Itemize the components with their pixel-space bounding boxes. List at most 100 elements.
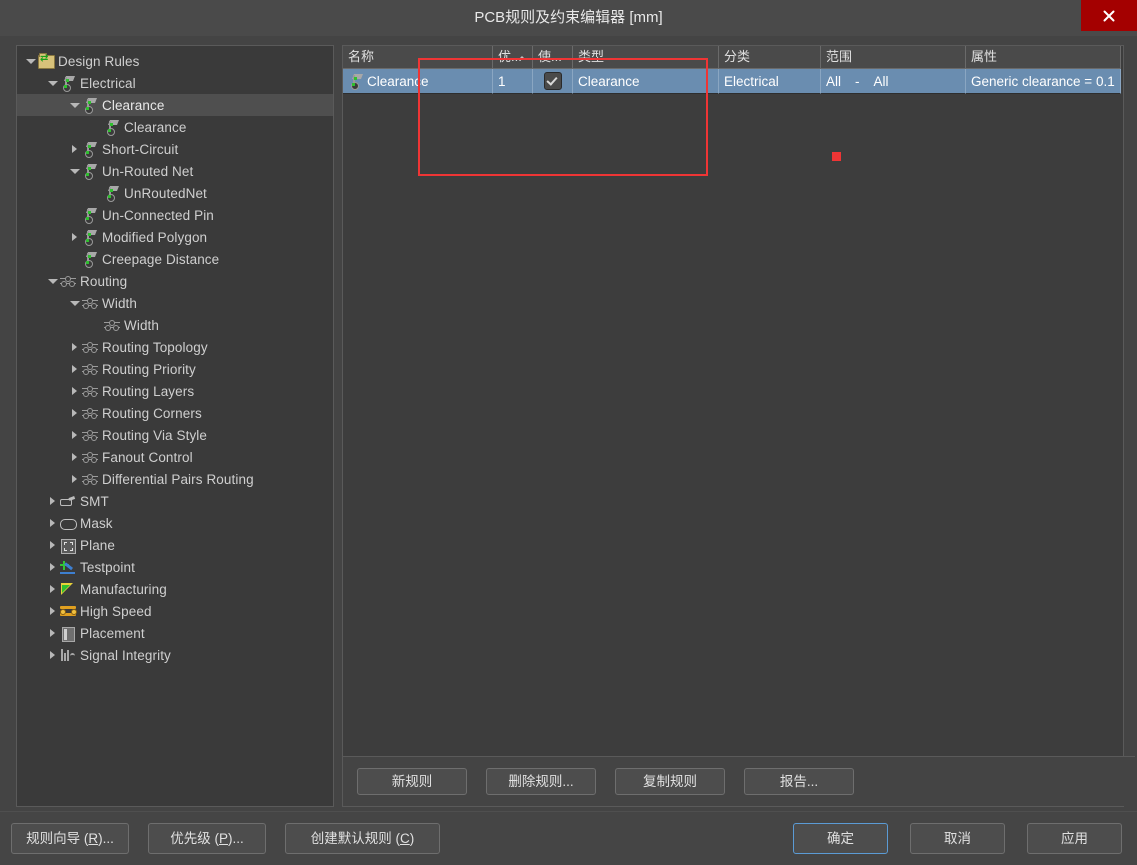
- cell-priority[interactable]: 1: [493, 69, 533, 94]
- tree-item-clearance[interactable]: Clearance: [17, 94, 333, 116]
- new-rule-button[interactable]: 新规则: [357, 768, 467, 795]
- rules-tree-panel[interactable]: Design Rules Electrical Clearance Clearance…: [16, 45, 334, 807]
- tree-collapse-arrow-icon[interactable]: [67, 160, 81, 182]
- tree-item-label: Clearance: [102, 97, 165, 113]
- copy-rule-button[interactable]: 复制规则: [615, 768, 725, 795]
- tree-expand-arrow-icon[interactable]: [45, 534, 59, 556]
- tree-item-label: Routing: [80, 273, 128, 289]
- tree-item-plane[interactable]: Plane: [17, 534, 333, 556]
- cancel-button[interactable]: 取消: [910, 823, 1005, 854]
- tree-no-arrow: [67, 248, 81, 270]
- tree-expand-arrow-icon[interactable]: [45, 512, 59, 534]
- column-header-scope[interactable]: 范围: [821, 46, 966, 68]
- delete-rule-button[interactable]: 删除规则...: [486, 768, 596, 795]
- plane-icon: [59, 537, 77, 554]
- tree-item-unroutednet[interactable]: UnRoutedNet: [17, 182, 333, 204]
- tree-item-testpoint[interactable]: Testpoint: [17, 556, 333, 578]
- signal-integrity-icon: [59, 647, 77, 663]
- tree-expand-arrow-icon[interactable]: [67, 138, 81, 160]
- tree-expand-arrow-icon[interactable]: [67, 358, 81, 380]
- column-header-category[interactable]: 分类: [719, 46, 821, 68]
- rules-grid[interactable]: 名称 优... 使... 类型 分类 范围 属性 Clearance 1 Clearance El…: [343, 46, 1121, 755]
- footer-left-buttons: 规则向导 (R)... 优先级 (P)... 创建默认规则 (C): [11, 823, 440, 854]
- tree-expand-arrow-icon[interactable]: [45, 644, 59, 666]
- cell-category[interactable]: Electrical: [719, 69, 821, 94]
- close-button[interactable]: [1081, 0, 1137, 31]
- rule-enabled-checkbox[interactable]: [543, 72, 562, 90]
- tree-expand-arrow-icon[interactable]: [67, 336, 81, 358]
- cell-type[interactable]: Clearance: [573, 69, 719, 94]
- tree-item-routing-layers[interactable]: Routing Layers: [17, 380, 333, 402]
- cell-attribute[interactable]: Generic clearance = 0.1: [966, 69, 1121, 94]
- priorities-button[interactable]: 优先级 (P)...: [148, 823, 266, 854]
- button-accelerator-key: R: [88, 831, 99, 846]
- tree-collapse-arrow-icon[interactable]: [45, 72, 59, 94]
- tree-expand-arrow-icon[interactable]: [45, 556, 59, 578]
- rule-wizard-button[interactable]: 规则向导 (R)...: [11, 823, 129, 854]
- cell-name[interactable]: Clearance: [343, 69, 493, 94]
- tree-item-creepage-distance[interactable]: Creepage Distance: [17, 248, 333, 270]
- tree-item-routing-corners[interactable]: Routing Corners: [17, 402, 333, 424]
- column-header-attribute[interactable]: 属性: [966, 46, 1121, 68]
- routing-icon: [81, 383, 99, 399]
- tree-item-un-routed-net[interactable]: Un-Routed Net: [17, 160, 333, 182]
- tree-item-label: Differential Pairs Routing: [102, 471, 254, 487]
- rule-row[interactable]: Clearance 1 Clearance Electrical All - All Gene…: [343, 69, 1121, 94]
- tree-item-modified-polygon[interactable]: Modified Polygon: [17, 226, 333, 248]
- tree-item-width[interactable]: Width: [17, 314, 333, 336]
- electrical-rule-icon: [347, 73, 364, 90]
- tree-item-short-circuit[interactable]: Short-Circuit: [17, 138, 333, 160]
- ok-button[interactable]: 确定: [793, 823, 888, 854]
- tree-item-high-speed[interactable]: High Speed: [17, 600, 333, 622]
- tree-no-arrow: [89, 182, 103, 204]
- grid-action-bar: 新规则 删除规则... 复制规则 报告...: [343, 756, 1135, 806]
- tree-expand-arrow-icon[interactable]: [67, 402, 81, 424]
- tree-item-manufacturing[interactable]: Manufacturing: [17, 578, 333, 600]
- tree-expand-arrow-icon[interactable]: [45, 600, 59, 622]
- tree-expand-arrow-icon[interactable]: [67, 446, 81, 468]
- tree-expand-arrow-icon[interactable]: [45, 490, 59, 512]
- tree-item-label: Routing Via Style: [102, 427, 208, 443]
- tree-collapse-arrow-icon[interactable]: [23, 50, 37, 72]
- tree-item-mask[interactable]: Mask: [17, 512, 333, 534]
- tree-item-routing[interactable]: Routing: [17, 270, 333, 292]
- tree-item-differential-pairs-routing[interactable]: Differential Pairs Routing: [17, 468, 333, 490]
- tree-item-routing-topology[interactable]: Routing Topology: [17, 336, 333, 358]
- tree-expand-arrow-icon[interactable]: [67, 468, 81, 490]
- tree-item-smt[interactable]: SMT: [17, 490, 333, 512]
- tree-item-routing-priority[interactable]: Routing Priority: [17, 358, 333, 380]
- tree-item-un-connected-pin[interactable]: Un-Connected Pin: [17, 204, 333, 226]
- title-bar: PCB规则及约束编辑器 [mm]: [0, 0, 1137, 36]
- report-rule-button[interactable]: 报告...: [744, 768, 854, 795]
- column-header-name[interactable]: 名称: [343, 46, 493, 68]
- column-header-type[interactable]: 类型: [573, 46, 719, 68]
- tree-expand-arrow-icon[interactable]: [67, 226, 81, 248]
- tree-item-routing-via-style[interactable]: Routing Via Style: [17, 424, 333, 446]
- tree-expand-arrow-icon[interactable]: [67, 380, 81, 402]
- column-header-enabled[interactable]: 使...: [533, 46, 573, 68]
- tree-item-width[interactable]: Width: [17, 292, 333, 314]
- tree-item-fanout-control[interactable]: Fanout Control: [17, 446, 333, 468]
- electrical-icon: [81, 251, 99, 268]
- tree-expand-arrow-icon[interactable]: [45, 622, 59, 644]
- routing-icon: [103, 317, 121, 333]
- column-header-priority[interactable]: 优...: [493, 46, 533, 68]
- tree-item-clearance[interactable]: Clearance: [17, 116, 333, 138]
- tree-expand-arrow-icon[interactable]: [45, 578, 59, 600]
- tree-item-label: Width: [102, 295, 138, 311]
- tree-collapse-arrow-icon[interactable]: [67, 292, 81, 314]
- tree-expand-arrow-icon[interactable]: [67, 424, 81, 446]
- tree-item-signal-integrity[interactable]: Signal Integrity: [17, 644, 333, 666]
- tree-item-electrical[interactable]: Electrical: [17, 72, 333, 94]
- default-rules-button[interactable]: 创建默认规则 (C): [285, 823, 440, 854]
- tree-item-placement[interactable]: Placement: [17, 622, 333, 644]
- tree-collapse-arrow-icon[interactable]: [67, 94, 81, 116]
- tree-collapse-arrow-icon[interactable]: [45, 270, 59, 292]
- apply-button[interactable]: 应用: [1027, 823, 1122, 854]
- cell-enabled[interactable]: [533, 69, 573, 94]
- cell-scope[interactable]: All - All: [821, 69, 966, 94]
- tree-item-design-rules[interactable]: Design Rules: [17, 50, 333, 72]
